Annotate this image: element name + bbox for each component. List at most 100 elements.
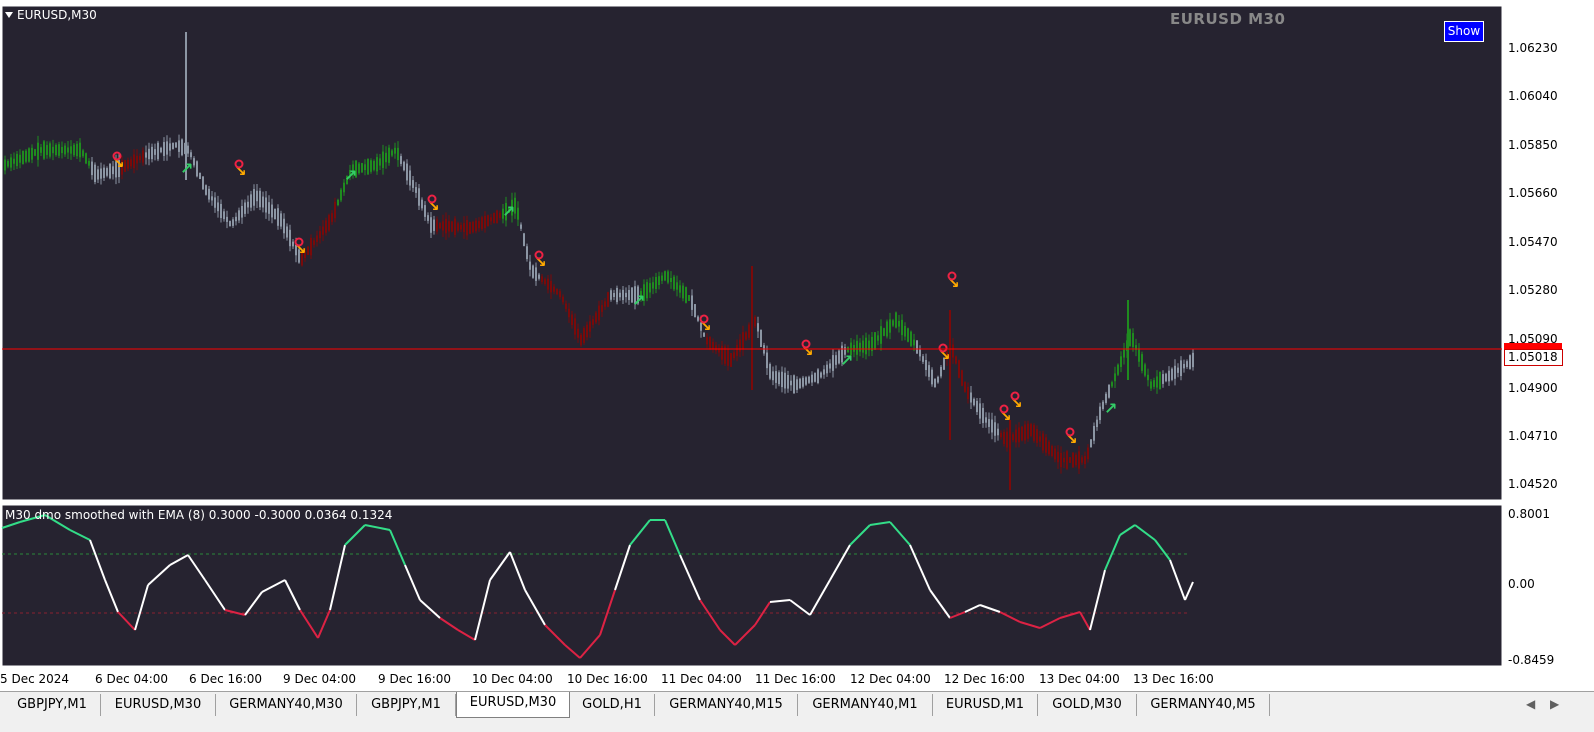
- candle-body: [277, 208, 279, 226]
- candle-body: [889, 319, 891, 333]
- candle-body: [898, 320, 900, 327]
- candle-body: [907, 328, 909, 342]
- candle-body: [148, 148, 150, 160]
- candle-body: [928, 365, 930, 377]
- price-axis-label: 1.05470: [1508, 235, 1558, 249]
- candle-body: [952, 344, 954, 358]
- time-axis-label: 10 Dec 16:00: [567, 672, 648, 686]
- candle-body: [1114, 373, 1116, 382]
- candle-body: [886, 321, 888, 337]
- candle-body: [538, 274, 540, 279]
- candle-body: [937, 376, 939, 383]
- candle-body: [694, 304, 696, 318]
- candle-body: [16, 153, 18, 167]
- symbol-label[interactable]: EURUSD,M30: [5, 8, 97, 22]
- candle-body: [412, 180, 414, 188]
- scroll-left-icon[interactable]: ◀: [1526, 697, 1535, 711]
- candle-body: [142, 150, 144, 163]
- candle-body: [397, 147, 399, 161]
- candle-body: [274, 208, 276, 220]
- candle-body: [373, 160, 375, 170]
- candle-body: [922, 356, 924, 362]
- candle-body: [802, 377, 804, 387]
- candle-body: [43, 141, 45, 159]
- candle-body: [856, 340, 858, 355]
- price-axis-label: 1.05660: [1508, 186, 1558, 200]
- candle-body: [37, 142, 39, 160]
- candle-body: [493, 212, 495, 224]
- candle-body: [688, 295, 690, 301]
- candle-body: [769, 364, 771, 379]
- tab-eurusd-m30[interactable]: EURUSD,M30: [101, 694, 216, 716]
- candle-body: [265, 197, 267, 213]
- candle-body: [1156, 376, 1158, 388]
- candle-body: [466, 219, 468, 236]
- candle-body: [619, 292, 621, 298]
- tab-eurusd-m30-active[interactable]: EURUSD,M30: [456, 692, 570, 718]
- tab-gbpjpy-m1-2[interactable]: GBPJPY,M1: [357, 694, 456, 716]
- candle-body: [526, 246, 528, 260]
- symbol-label-text: EURUSD,M30: [17, 8, 97, 22]
- candle-body: [316, 235, 318, 242]
- tab-gold-m30[interactable]: GOLD,M30: [1038, 694, 1137, 716]
- candle-body: [655, 276, 657, 290]
- tab-germany40-m1[interactable]: GERMANY40,M1: [798, 694, 933, 716]
- candle-body: [229, 221, 231, 227]
- candle-body: [238, 210, 240, 221]
- candle-body: [19, 154, 21, 163]
- candle-body: [403, 161, 405, 171]
- candle-body: [472, 221, 474, 233]
- candle-body: [79, 142, 81, 158]
- current-price-label: 1.05018: [1504, 349, 1563, 366]
- candle-body: [256, 190, 258, 202]
- candle-body: [1099, 406, 1101, 421]
- candle-body: [187, 145, 189, 154]
- show-button[interactable]: Show: [1444, 21, 1484, 42]
- candle-body: [622, 289, 624, 301]
- candle-body: [547, 278, 549, 290]
- indicator-area[interactable]: [1, 504, 1503, 667]
- candle-body: [610, 290, 612, 300]
- candle-body: [145, 152, 147, 158]
- candle-body: [679, 285, 681, 293]
- candle-body: [529, 261, 531, 270]
- candle-body: [499, 212, 501, 219]
- chart-canvas[interactable]: ↘ ↘↘↘↘↘↘ ↘↘↘↘↘↗ ↗↗↗↗↗: [0, 0, 1594, 691]
- candle-body: [613, 292, 615, 298]
- scroll-right-icon[interactable]: ▶: [1550, 697, 1559, 711]
- candle-body: [973, 398, 975, 406]
- candle-body: [289, 229, 291, 247]
- candle-body: [1186, 361, 1188, 368]
- tab-eurusd-m1[interactable]: EURUSD,M1: [933, 694, 1038, 716]
- candle-body: [220, 203, 222, 219]
- candle-body: [577, 328, 579, 338]
- candle-body: [1150, 381, 1152, 389]
- tab-germany40-m15[interactable]: GERMANY40,M15: [655, 694, 798, 716]
- candle-body: [736, 344, 738, 356]
- tab-gold-h1[interactable]: GOLD,H1: [570, 694, 655, 716]
- candle-body: [772, 371, 774, 381]
- candle-body: [628, 289, 630, 301]
- buy-arrow-icon: ↗: [502, 202, 515, 221]
- candle-body: [820, 372, 822, 378]
- time-axis-label: 6 Dec 04:00: [95, 672, 169, 686]
- tab-germany40-m30[interactable]: GERMANY40,M30: [216, 694, 357, 716]
- candle-body: [241, 206, 243, 218]
- candle-body: [1039, 436, 1041, 442]
- candle-body: [727, 349, 729, 366]
- candle-body: [130, 159, 132, 167]
- main-chart-area[interactable]: [1, 5, 1503, 501]
- candle-body: [1117, 364, 1119, 375]
- candle-body: [766, 352, 768, 369]
- tab-gbpjpy-m1[interactable]: GBPJPY,M1: [4, 694, 101, 716]
- candle-body: [442, 221, 444, 231]
- candle-body: [421, 199, 423, 209]
- candle-body: [1168, 370, 1170, 382]
- time-axis-label: 6 Dec 16:00: [189, 672, 263, 686]
- candle-body: [61, 146, 63, 154]
- tab-germany40-m5[interactable]: GERMANY40,M5: [1137, 694, 1270, 716]
- candle-body: [313, 240, 315, 245]
- candle-body: [1165, 373, 1167, 382]
- candle-body: [379, 158, 381, 166]
- dropdown-triangle-icon[interactable]: [5, 12, 13, 18]
